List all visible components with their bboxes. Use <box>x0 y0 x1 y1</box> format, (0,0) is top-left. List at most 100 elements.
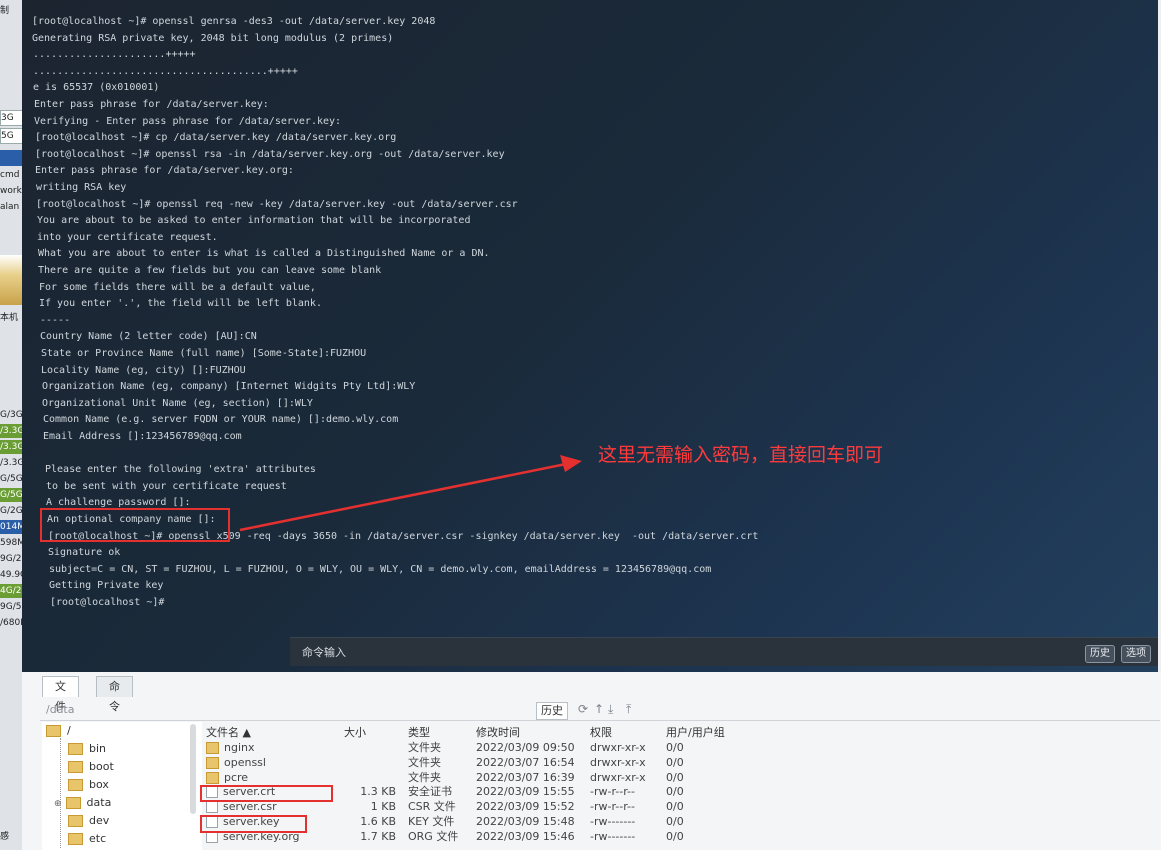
file-owner: 0/0 <box>666 741 684 754</box>
file-row[interactable]: server.key 1.6 KB KEY 文件 2022/03/09 15:48 -r… <box>202 814 1142 829</box>
file-type: 文件夹 <box>408 755 441 769</box>
file-row[interactable]: nginx 文件夹 2022/03/09 09:50 drwxr-xr-x 0/0 <box>202 740 1142 755</box>
left-item: G/3G <box>0 410 22 420</box>
terminal-line: There are quite a few fields but you can… <box>38 265 382 276</box>
file-perm: -rw------- <box>590 815 636 828</box>
path-input[interactable]: /data <box>46 703 74 716</box>
file-type: 文件夹 <box>408 741 441 754</box>
folder-icon <box>68 743 83 755</box>
col-header-owner[interactable]: 用户/用户组 <box>666 724 725 740</box>
file-row[interactable]: server.crt 1.3 KB 安全证书 2022/03/09 15:55 -rw-… <box>202 784 1142 799</box>
terminal-line: .......................................+… <box>33 65 298 77</box>
terminal-line: For some fields there will be a default … <box>39 281 316 293</box>
folder-icon <box>68 815 83 827</box>
file-modified: 2022/03/07 16:54 <box>476 755 575 769</box>
expand-icon[interactable]: ⊕ <box>54 799 62 809</box>
folder-icon <box>68 779 83 791</box>
terminal-line: Please enter the following 'extra' attri… <box>45 464 316 476</box>
left-item: 感 <box>0 832 10 842</box>
file-type: ORG 文件 <box>408 829 459 843</box>
left-item: 014M <box>0 520 22 534</box>
left-side-panel: 制 3G 5G cmd work alan 本机 G/3G /3.3G /3.3… <box>0 0 23 850</box>
file-row[interactable]: server.csr 1 KB CSR 文件 2022/03/09 15:52 -rw-… <box>202 799 1142 814</box>
file-perm: -rw-r--r-- <box>590 785 635 799</box>
refresh-icon[interactable]: ⟳ <box>578 702 588 716</box>
file-name: openssl <box>206 755 266 770</box>
left-item <box>0 150 22 166</box>
folder-icon <box>206 756 219 769</box>
highlight-box-server-crt <box>200 785 333 802</box>
left-item[interactable]: alan <box>0 200 22 214</box>
highlight-box-password <box>40 508 230 542</box>
left-item: G/2G <box>0 506 22 516</box>
file-perm: drwxr-xr-x <box>590 770 646 784</box>
file-type: 文件夹 <box>408 770 441 784</box>
file-row[interactable]: openssl 文件夹 2022/03/07 16:54 drwxr-xr-x 0/0 <box>202 755 1142 770</box>
col-header-perm[interactable]: 权限 <box>590 724 612 740</box>
tree-item-dev[interactable]: dev <box>68 814 109 827</box>
command-input-bar[interactable]: 命令输入 历史 选项 <box>290 637 1158 666</box>
terminal-line: [root@localhost ~]# openssl req -new -ke… <box>36 198 518 210</box>
terminal-line: subject=C = CN, ST = FUZHOU, L = FUZHOU,… <box>49 563 712 575</box>
file-name-text: pcre <box>224 770 249 784</box>
terminal-line: If you enter '.', the field will be left… <box>39 298 322 310</box>
cpu-sparkline <box>0 255 22 305</box>
file-owner: 0/0 <box>666 755 684 769</box>
tree-item-box[interactable]: box <box>68 778 109 791</box>
terminal-line: ......................+++++ <box>33 49 196 61</box>
col-header-modified[interactable]: 修改时间 <box>476 724 520 740</box>
left-item: 9G/2G <box>0 554 22 564</box>
file-name: nginx <box>206 740 255 755</box>
tree-item-data[interactable]: ⊕ data <box>54 796 111 809</box>
left-item: G/5G <box>0 474 22 484</box>
terminal-window[interactable]: [root@localhost ~]# openssl genrsa -des3… <box>22 0 1158 672</box>
tree-item-etc[interactable]: etc <box>68 832 106 845</box>
upload-icon[interactable]: ⤒ <box>626 702 631 717</box>
col-header-name[interactable]: 文件名 ▲ <box>206 724 251 740</box>
terminal-line: Enter pass phrase for /data/server.key: <box>34 99 269 110</box>
terminal-line: Common Name (e.g. server FQDN or YOUR na… <box>43 414 399 426</box>
up-icon[interactable]: ↑ <box>594 702 604 716</box>
file-modified: 2022/03/07 16:39 <box>476 770 575 784</box>
file-row[interactable]: pcre 文件夹 2022/03/07 16:39 drwxr-xr-x 0/0 <box>202 770 1142 785</box>
left-item: /3.3G <box>0 440 22 454</box>
folder-icon <box>65 797 81 809</box>
history-button[interactable]: 历史 <box>1085 645 1115 663</box>
terminal-line: Email Address []:123456789@qq.com <box>43 431 242 442</box>
tree-item-boot[interactable]: boot <box>68 760 114 773</box>
file-size: 1.6 KB <box>360 815 396 828</box>
left-item: /680M <box>0 618 22 628</box>
terminal-line: [root@localhost ~]# <box>50 597 165 608</box>
file-perm: drwxr-xr-x <box>590 741 646 754</box>
file-modified: 2022/03/09 15:52 <box>476 800 575 814</box>
tab-files[interactable]: 文件 <box>42 676 79 713</box>
terminal-line: to be sent with your certificate request <box>46 480 287 492</box>
left-item[interactable]: cmd <box>0 168 22 182</box>
directory-tree: / bin boot box ⊕ data dev etc <box>42 722 202 850</box>
terminal-line: ----- <box>40 314 71 326</box>
file-modified: 2022/03/09 15:55 <box>476 785 575 799</box>
left-item: 制 <box>0 6 10 16</box>
tab-commands[interactable]: 命令 <box>96 676 133 713</box>
col-header-size[interactable]: 大小 <box>344 724 366 740</box>
col-header-type[interactable]: 类型 <box>408 724 430 740</box>
tree-scrollbar[interactable] <box>190 724 196 814</box>
tree-root[interactable]: / <box>46 724 71 737</box>
file-type: KEY 文件 <box>408 815 455 828</box>
left-item: 3G <box>0 110 22 126</box>
path-history-button[interactable]: 历史 <box>536 702 568 720</box>
terminal-line: You are about to be asked to enter infor… <box>37 215 471 227</box>
terminal-line: Getting Private key <box>49 580 164 592</box>
terminal-line: Organizational Unit Name (eg, section) [… <box>42 397 313 409</box>
file-perm: drwxr-xr-x <box>590 755 646 769</box>
tree-item-bin[interactable]: bin <box>68 742 106 755</box>
left-item[interactable]: work <box>0 184 22 198</box>
file-row[interactable]: server.key.org 1.7 KB ORG 文件 2022/03/09 15:… <box>202 829 1142 844</box>
terminal-line: [root@localhost ~]# cp /data/server.key … <box>35 132 397 144</box>
terminal-line: into your certificate request. <box>37 231 218 243</box>
left-item: 5G <box>0 128 22 144</box>
options-button[interactable]: 选项 <box>1121 645 1151 663</box>
download-icon[interactable]: ⤓ <box>608 702 613 717</box>
file-owner: 0/0 <box>666 829 684 843</box>
command-input-label[interactable]: 命令输入 <box>302 644 346 660</box>
